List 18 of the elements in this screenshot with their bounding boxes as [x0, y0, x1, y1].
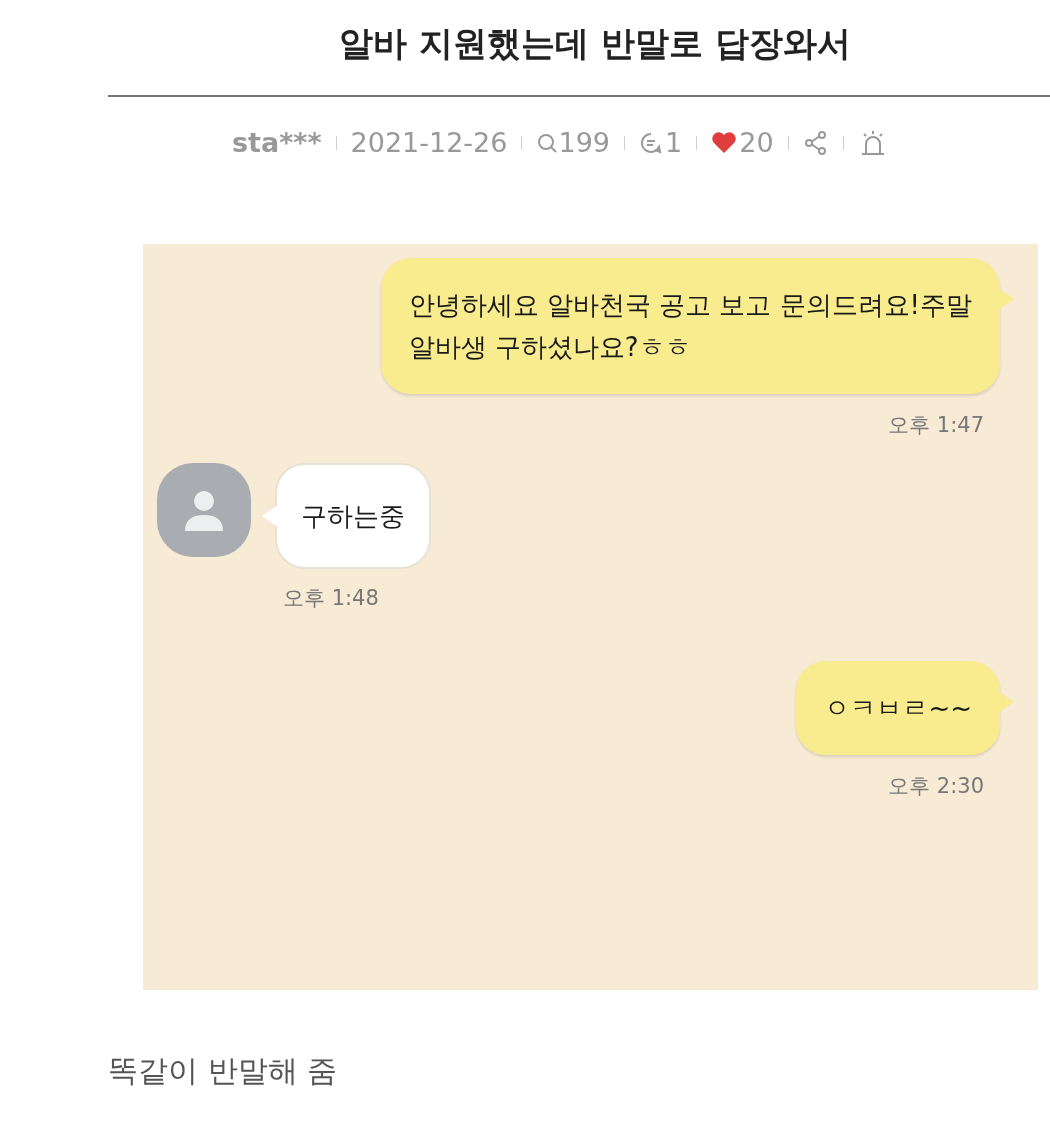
- message-text: 안녕하세요 알바천국 공고 보고 문의드려요!주말 알바생 구하셨나요?ㅎㅎ: [408, 288, 972, 364]
- message-time: 오후 1:47: [888, 411, 984, 439]
- search-icon: [536, 132, 559, 155]
- avatar-icon: [157, 463, 251, 557]
- post-date: 2021-12-26: [350, 126, 508, 160]
- message-text: 구하는중: [301, 500, 405, 533]
- share-icon[interactable]: [802, 130, 829, 157]
- message-time: 오후 2:30: [888, 772, 984, 800]
- comment-count: 1: [665, 126, 683, 160]
- post-body-text: 똑같이 반말해 줌: [108, 1051, 339, 1090]
- view-count: 199: [558, 126, 611, 160]
- like-count: 20: [739, 126, 774, 160]
- comment-icon: [639, 131, 664, 156]
- heart-icon: [711, 131, 738, 156]
- message-time: 오후 1:48: [283, 585, 379, 612]
- message-text: ㅇㅋㅂㄹ~~: [824, 691, 972, 725]
- post-title: 알바 지원했는데 반말로 답장와서: [338, 22, 852, 65]
- author-name: sta***: [232, 126, 322, 160]
